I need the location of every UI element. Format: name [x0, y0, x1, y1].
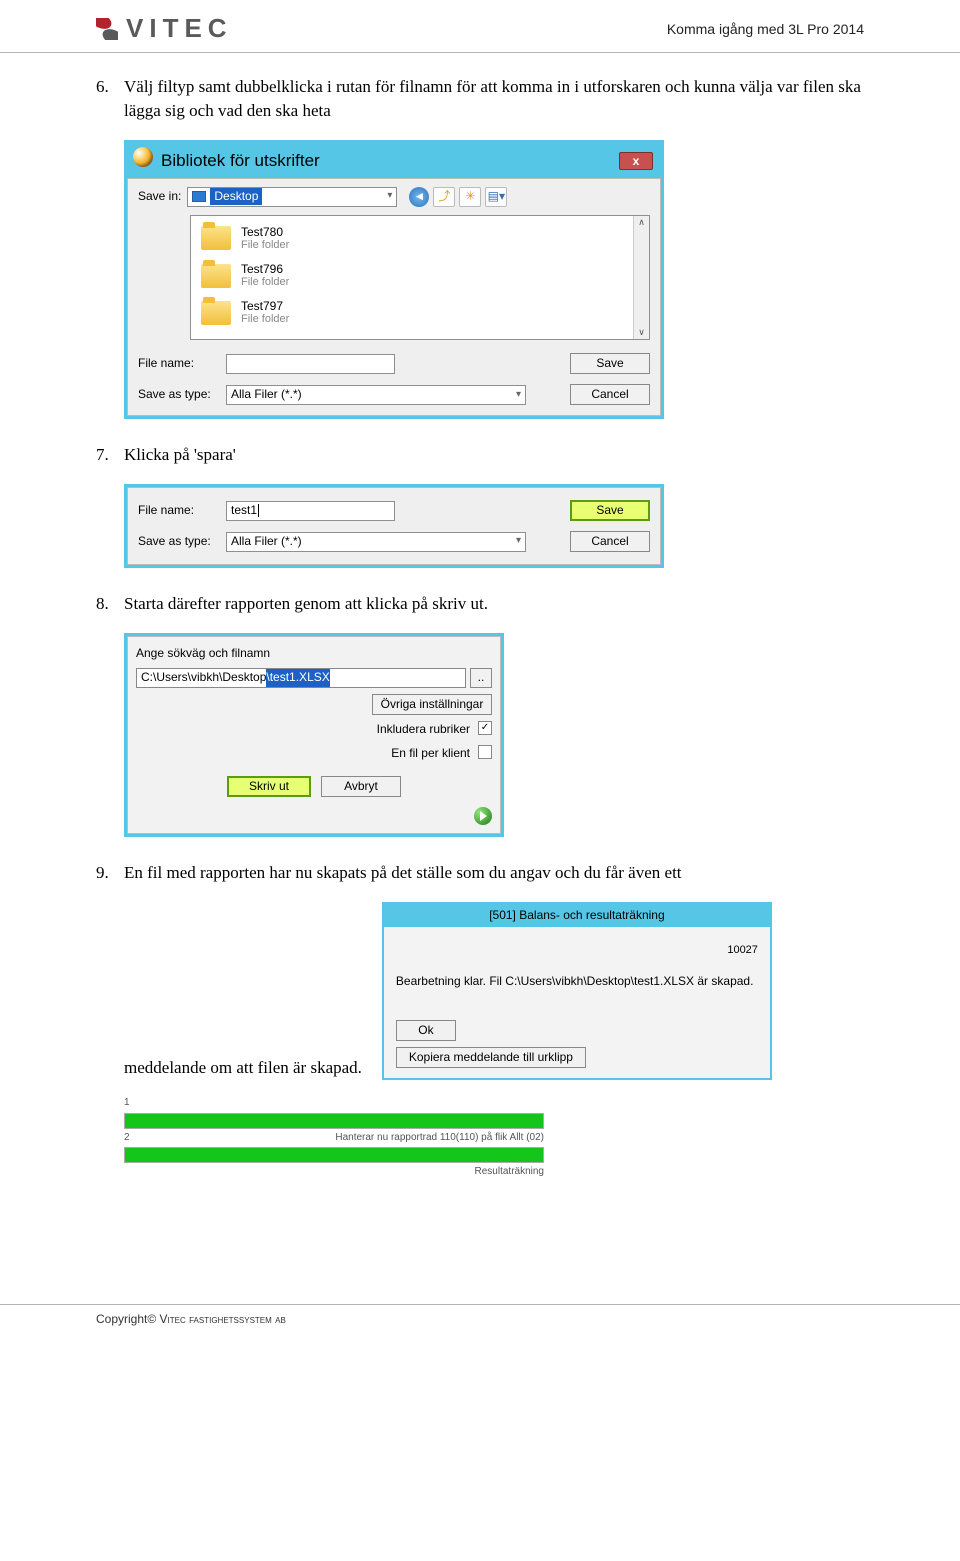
doc-title: Komma igång med 3L Pro 2014: [667, 19, 864, 39]
path-caption: Ange sökväg och filnamn: [136, 645, 492, 662]
print-options-panel: Ange sökväg och filnamn C:\Users\vibkh\D…: [124, 633, 504, 837]
folder-name: Test796: [241, 263, 289, 276]
save-dialog-focus: File name: test1 Save Save as type: Alla…: [124, 484, 664, 568]
message-box: [501] Balans- och resultaträkning 10027 …: [382, 902, 772, 1081]
save-in-label: Save in:: [138, 188, 181, 205]
step-7-text: Klicka på 'spara': [124, 443, 236, 468]
file-list-pane: Test780 File folder Test796 File folder: [190, 215, 650, 341]
list-item[interactable]: Test780 File folder: [201, 222, 623, 259]
one-file-per-client-checkbox[interactable]: [478, 745, 492, 759]
save-as-type-label: Save as type:: [138, 386, 218, 403]
folder-icon: [201, 264, 231, 288]
step-6: 6. Välj filtyp samt dubbelklicka i rutan…: [96, 75, 864, 420]
path-input[interactable]: C:\Users\vibkh\Desktop\test1.XLSX: [136, 668, 466, 688]
text-caret: [258, 504, 259, 517]
folder-icon: [201, 301, 231, 325]
step-8: 8. Starta därefter rapporten genom att k…: [96, 592, 864, 837]
step-9: 9. En fil med rapporten har nu skapats p…: [96, 861, 864, 1180]
page-footer: Copyright© Vitec fastighetssystem ab: [0, 1304, 960, 1328]
browse-button[interactable]: ..: [470, 668, 492, 688]
save-dialog-title: Bibliotek för utskrifter: [161, 149, 320, 174]
nav-back-icon[interactable]: ◄: [409, 187, 429, 207]
folder-name: Test797: [241, 300, 289, 313]
save-in-value: Desktop: [210, 188, 262, 205]
step-9-num: 9.: [96, 861, 114, 886]
step-6-text: Välj filtyp samt dubbelklicka i rutan fö…: [124, 75, 864, 124]
step-9-tail: meddelande om att filen är skapad.: [124, 1056, 362, 1081]
save-button[interactable]: Save: [570, 500, 650, 521]
save-dialog: Bibliotek för utskrifter x Save in: Desk…: [124, 140, 664, 419]
folder-type: File folder: [241, 313, 289, 325]
save-dialog-titlebar: Bibliotek för utskrifter x: [127, 143, 661, 178]
step-6-num: 6.: [96, 75, 114, 124]
one-file-per-client-label: En fil per klient: [320, 745, 470, 762]
include-headers-label: Inkludera rubriker: [320, 721, 470, 738]
save-in-dropdown[interactable]: Desktop ▾: [187, 187, 397, 207]
list-item[interactable]: Test797 File folder: [201, 296, 623, 333]
play-icon[interactable]: [474, 807, 492, 825]
progress-right-caption: Resultaträkning: [124, 1165, 544, 1180]
monitor-icon: [192, 191, 206, 202]
message-body: Bearbetning klar. Fil C:\Users\vibkh\Des…: [396, 973, 758, 990]
chevron-down-icon: ▾: [387, 189, 392, 204]
new-folder-icon[interactable]: ✳: [459, 187, 481, 207]
progress-row-1-label: 1: [124, 1096, 130, 1111]
save-as-type-dropdown[interactable]: Alla Filer (*.*) ▾: [226, 532, 526, 552]
vitec-logo-text: VITEC: [126, 10, 233, 48]
include-headers-checkbox[interactable]: ✓: [478, 721, 492, 735]
app-icon: [133, 147, 153, 167]
ok-button[interactable]: Ok: [396, 1020, 456, 1041]
view-menu-icon[interactable]: ▤▾: [485, 187, 507, 207]
cancel-button[interactable]: Cancel: [570, 531, 650, 552]
progress-row-2-label: 2: [124, 1131, 130, 1146]
file-name-label: File name:: [138, 502, 218, 519]
page-header: VITEC Komma igång med 3L Pro 2014: [0, 0, 960, 53]
progress-status: Hanterar nu rapportrad 110(110) på flik …: [335, 1131, 544, 1146]
step-8-text: Starta därefter rapporten genom att klic…: [124, 592, 488, 617]
step-8-num: 8.: [96, 592, 114, 617]
step-9-text: En fil med rapporten har nu skapats på d…: [124, 861, 682, 886]
other-settings-button[interactable]: Övriga inställningar: [372, 694, 492, 715]
nav-up-icon[interactable]: ⤴: [433, 187, 455, 207]
vitec-logo-mark: [96, 18, 118, 40]
save-as-type-label: Save as type:: [138, 533, 218, 550]
folder-type: File folder: [241, 239, 289, 251]
copy-message-button[interactable]: Kopiera meddelande till urklipp: [396, 1047, 586, 1068]
folder-name: Test780: [241, 226, 289, 239]
message-id: 10027: [396, 943, 758, 959]
save-button[interactable]: Save: [570, 353, 650, 374]
print-button[interactable]: Skriv ut: [227, 776, 311, 797]
list-item[interactable]: Test796 File folder: [201, 259, 623, 296]
vitec-logo: VITEC: [96, 10, 233, 48]
file-name-input[interactable]: test1: [226, 501, 395, 521]
message-title: [501] Balans- och resultaträkning: [384, 904, 770, 927]
file-name-input[interactable]: [226, 354, 395, 374]
step-7-num: 7.: [96, 443, 114, 468]
chevron-down-icon: ▾: [516, 388, 521, 403]
progress-bar-2: [124, 1147, 544, 1163]
save-as-type-value: Alla Filer (*.*): [231, 533, 302, 550]
chevron-down-icon: ▾: [516, 534, 521, 549]
path-selection: \test1.XLSX: [266, 669, 329, 686]
progress-strip: 1 2 Hanterar nu rapportrad 110(110) på f…: [124, 1096, 544, 1180]
abort-button[interactable]: Avbryt: [321, 776, 401, 797]
step-7: 7. Klicka på 'spara' File name: test1 Sa…: [96, 443, 864, 568]
file-name-label: File name:: [138, 355, 218, 372]
save-as-type-dropdown[interactable]: Alla Filer (*.*) ▾: [226, 385, 526, 405]
cancel-button[interactable]: Cancel: [570, 384, 650, 405]
folder-type: File folder: [241, 276, 289, 288]
close-icon[interactable]: x: [619, 152, 653, 170]
scrollbar[interactable]: ∧∨: [633, 216, 649, 340]
folder-icon: [201, 226, 231, 250]
progress-bar-1: [124, 1113, 544, 1129]
save-as-type-value: Alla Filer (*.*): [231, 386, 302, 403]
